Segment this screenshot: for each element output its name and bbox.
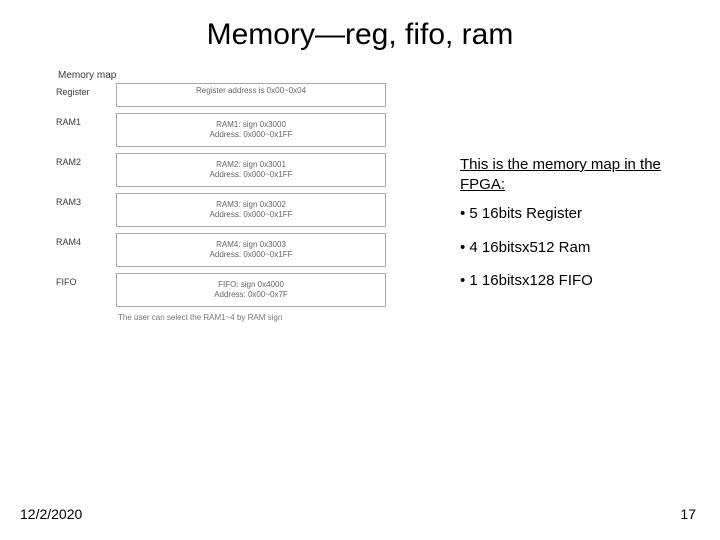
row-label: RAM4 (56, 233, 116, 247)
slide-date: 12/2/2020 (20, 506, 82, 522)
diagram-footnote: The user can select the RAM1~4 by RAM si… (118, 313, 386, 322)
row-box: RAM1: sign 0x3000 Address: 0x000~0x1FF (116, 113, 386, 147)
row-label: Register (56, 83, 116, 97)
diagram-header: Memory map (58, 70, 386, 81)
row-box-line: Address: 0x000~0x1FF (117, 210, 385, 220)
row-box-line: Address: 0x000~0x1FF (117, 130, 385, 140)
row-box-line: Address: 0x00~0x7F (117, 290, 385, 300)
row-box: FIFO: sign 0x4000 Address: 0x00~0x7F (116, 273, 386, 307)
slide-title: Memory—reg, fifo, ram (0, 18, 720, 52)
diagram-row: RAM4 RAM4: sign 0x3003 Address: 0x000~0x… (56, 233, 386, 267)
bullet-block: This is the memory map in the FPGA: • 5 … (460, 155, 680, 305)
slide-number: 17 (680, 506, 696, 522)
row-box: RAM4: sign 0x3003 Address: 0x000~0x1FF (116, 233, 386, 267)
row-label: RAM2 (56, 153, 116, 167)
row-box: RAM2: sign 0x3001 Address: 0x000~0x1FF (116, 153, 386, 187)
diagram-row: RAM3 RAM3: sign 0x3002 Address: 0x000~0x… (56, 193, 386, 227)
row-box: Register address is 0x00~0x04 (116, 83, 386, 107)
row-label: FIFO (56, 273, 116, 287)
row-box-line: Address: 0x000~0x1FF (117, 170, 385, 180)
memory-map-diagram: Memory map Register Register address is … (56, 60, 386, 322)
bullet-item: • 1 16bitsx128 FIFO (460, 271, 680, 291)
diagram-row: FIFO FIFO: sign 0x4000 Address: 0x00~0x7… (56, 273, 386, 307)
diagram-row: Register Register address is 0x00~0x04 (56, 83, 386, 107)
row-box-line: Register address is 0x00~0x04 (117, 86, 385, 96)
row-box-line: RAM2: sign 0x3001 (117, 160, 385, 170)
diagram-row: RAM2 RAM2: sign 0x3001 Address: 0x000~0x… (56, 153, 386, 187)
row-box-line: FIFO: sign 0x4000 (117, 280, 385, 290)
row-box-line: RAM3: sign 0x3002 (117, 200, 385, 210)
bullet-item: • 5 16bits Register (460, 204, 680, 224)
diagram-row: RAM1 RAM1: sign 0x3000 Address: 0x000~0x… (56, 113, 386, 147)
row-box-line: Address: 0x000~0x1FF (117, 250, 385, 260)
bullet-intro: This is the memory map in the FPGA: (460, 155, 680, 194)
row-box-line: RAM4: sign 0x3003 (117, 240, 385, 250)
row-box: RAM3: sign 0x3002 Address: 0x000~0x1FF (116, 193, 386, 227)
bullet-item: • 4 16bitsx512 Ram (460, 238, 680, 258)
row-label: RAM1 (56, 113, 116, 127)
row-box-line: RAM1: sign 0x3000 (117, 120, 385, 130)
row-label: RAM3 (56, 193, 116, 207)
